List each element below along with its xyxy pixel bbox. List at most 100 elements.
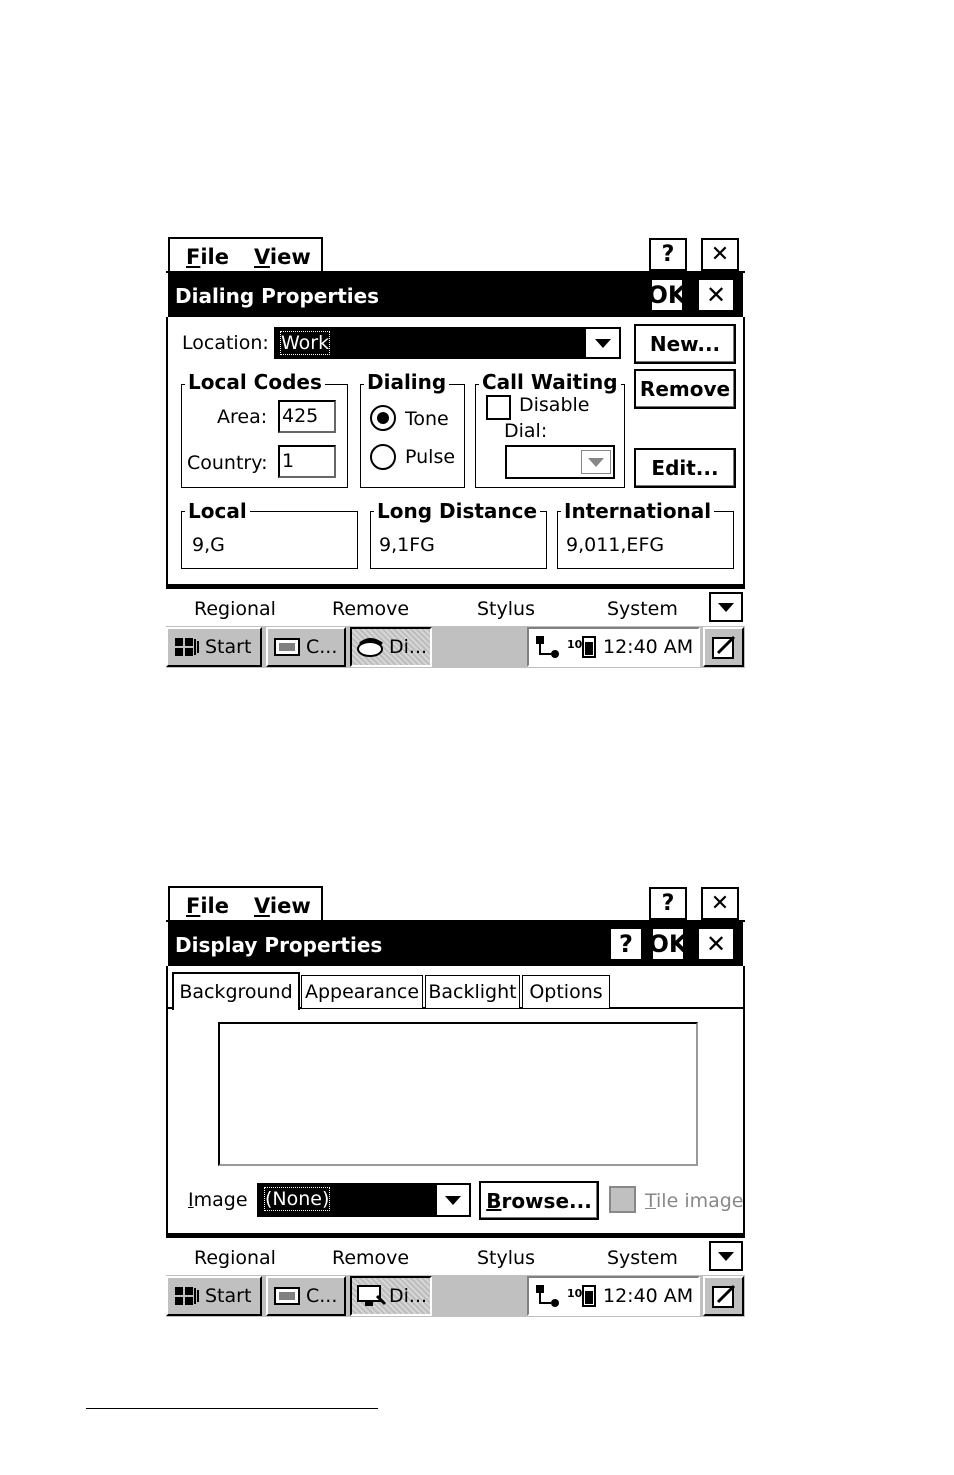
chevron-down-icon[interactable] xyxy=(709,1241,743,1271)
long-distance-value: 9,1FG xyxy=(379,534,435,556)
start-label: Start xyxy=(205,636,252,658)
disable-checkbox[interactable] xyxy=(486,395,511,420)
help-button[interactable]: ? xyxy=(649,887,687,920)
input-panel-bar: Regional Remove Stylus System xyxy=(166,587,745,625)
menu-view[interactable]: View xyxy=(254,894,311,918)
tab-backlight[interactable]: Backlight xyxy=(425,975,520,1008)
country-field[interactable]: 1 xyxy=(278,445,336,478)
start-button[interactable]: Start xyxy=(166,1276,262,1316)
dial-label: Dial: xyxy=(504,420,548,442)
sip-item-remove[interactable]: Remove xyxy=(332,1247,409,1269)
clock[interactable]: 12:40 AM xyxy=(603,636,693,658)
task-button-dialing[interactable]: Di... xyxy=(350,627,432,667)
start-button[interactable]: Start xyxy=(166,627,262,667)
image-select[interactable]: (None) xyxy=(257,1183,435,1217)
ok-button[interactable]: OK xyxy=(649,927,688,961)
sip-item-regional[interactable]: Regional xyxy=(194,598,276,620)
show-desktop-icon xyxy=(711,1284,735,1308)
remove-button[interactable]: Remove xyxy=(634,369,736,409)
task-label: Di... xyxy=(389,1285,428,1307)
dialing-properties-screen: File View ? ✕ Dialing Properties OK ✕ Lo… xyxy=(166,236,745,668)
control-panel-icon xyxy=(274,638,300,656)
window-title: Display Properties xyxy=(175,933,383,957)
pulse-radio[interactable] xyxy=(370,444,396,470)
control-panel-icon xyxy=(274,1287,300,1305)
ok-button[interactable]: OK xyxy=(648,278,687,312)
footnote-rule xyxy=(86,1408,378,1409)
sip-item-system[interactable]: System xyxy=(607,598,678,620)
network-icon[interactable] xyxy=(533,634,567,660)
tab-options[interactable]: Options xyxy=(522,975,610,1008)
country-label: Country: xyxy=(187,452,268,474)
tab-background[interactable]: Background xyxy=(172,972,300,1010)
windows-flag-icon xyxy=(175,638,199,656)
sip-item-system[interactable]: System xyxy=(607,1247,678,1269)
chevron-down-icon xyxy=(581,450,611,474)
call-waiting-title: Call Waiting xyxy=(479,372,621,392)
phone-icon xyxy=(357,638,383,657)
taskbar: Start C... Di... 100 12:40 AM xyxy=(166,1274,745,1317)
sip-item-stylus[interactable]: Stylus xyxy=(477,598,535,620)
task-label: C... xyxy=(306,636,338,658)
close-icon[interactable]: ✕ xyxy=(697,278,735,312)
battery-icon[interactable]: 100 xyxy=(567,1283,597,1309)
close-icon[interactable]: ✕ xyxy=(701,887,739,920)
pulse-label: Pulse xyxy=(405,446,456,468)
image-label: Image xyxy=(188,1189,248,1211)
edit-button[interactable]: Edit... xyxy=(634,448,736,488)
local-value: 9,G xyxy=(192,534,225,556)
browse-button[interactable]: Browse... xyxy=(479,1181,599,1220)
new-button[interactable]: New... xyxy=(634,324,736,364)
title-bar: Dialing Properties OK ✕ xyxy=(168,273,743,317)
chevron-down-icon[interactable] xyxy=(709,592,743,622)
menu-file[interactable]: File xyxy=(186,894,229,918)
tile-image-label: Tile image xyxy=(645,1190,744,1212)
task-label: C... xyxy=(306,1285,338,1307)
menu-bar: File View xyxy=(168,886,323,922)
input-panel-bar: Regional Remove Stylus System xyxy=(166,1236,745,1274)
desktop-button[interactable] xyxy=(703,1276,744,1316)
tile-image-checkbox[interactable] xyxy=(609,1186,636,1213)
local-codes-title: Local Codes xyxy=(185,372,325,392)
sip-item-stylus[interactable]: Stylus xyxy=(477,1247,535,1269)
dialing-mode-title: Dialing xyxy=(364,372,450,392)
monitor-icon xyxy=(357,1285,387,1306)
chevron-down-icon[interactable] xyxy=(435,1183,471,1217)
help-button[interactable]: ? xyxy=(649,238,687,271)
menu-view[interactable]: View xyxy=(254,245,311,269)
dial-select[interactable] xyxy=(505,445,615,479)
taskbar: Start C... Di... 100 12:40 AM xyxy=(166,625,745,668)
menu-file[interactable]: File xyxy=(186,245,229,269)
task-button-control-panel[interactable]: C... xyxy=(266,627,346,667)
close-icon[interactable]: ✕ xyxy=(697,927,735,961)
task-button-control-panel[interactable]: C... xyxy=(266,1276,346,1316)
dialog-body: Background Appearance Backlight Options … xyxy=(166,966,745,1236)
dialog-body: Location: Work New... Remove Edit... Loc… xyxy=(166,317,745,587)
close-icon[interactable]: ✕ xyxy=(701,238,739,271)
system-tray: 100 12:40 AM xyxy=(527,627,700,667)
location-select[interactable]: Work xyxy=(274,327,584,359)
start-label: Start xyxy=(205,1285,252,1307)
window-title: Dialing Properties xyxy=(175,284,380,308)
international-title: International xyxy=(561,501,715,521)
location-label: Location: xyxy=(182,332,269,354)
task-label: Di... xyxy=(389,636,428,658)
local-title: Local xyxy=(185,501,250,521)
show-desktop-icon xyxy=(711,635,735,659)
sip-item-regional[interactable]: Regional xyxy=(194,1247,276,1269)
long-distance-title: Long Distance xyxy=(374,501,541,521)
chevron-down-icon[interactable] xyxy=(584,327,621,359)
clock[interactable]: 12:40 AM xyxy=(603,1285,693,1307)
area-field[interactable]: 425 xyxy=(278,400,336,433)
display-properties-screen: File View ? ✕ Display Properties ? OK ✕ … xyxy=(166,885,745,1317)
tab-appearance[interactable]: Appearance xyxy=(301,975,423,1008)
sip-item-remove[interactable]: Remove xyxy=(332,598,409,620)
network-icon[interactable] xyxy=(533,1283,567,1309)
battery-icon[interactable]: 100 xyxy=(567,634,597,660)
task-button-display[interactable]: Di... xyxy=(350,1276,432,1316)
tone-label: Tone xyxy=(405,408,449,430)
help-button[interactable]: ? xyxy=(609,927,643,961)
desktop-button[interactable] xyxy=(703,627,744,667)
tone-radio[interactable] xyxy=(370,405,396,431)
international-value: 9,011,EFG xyxy=(566,534,665,556)
